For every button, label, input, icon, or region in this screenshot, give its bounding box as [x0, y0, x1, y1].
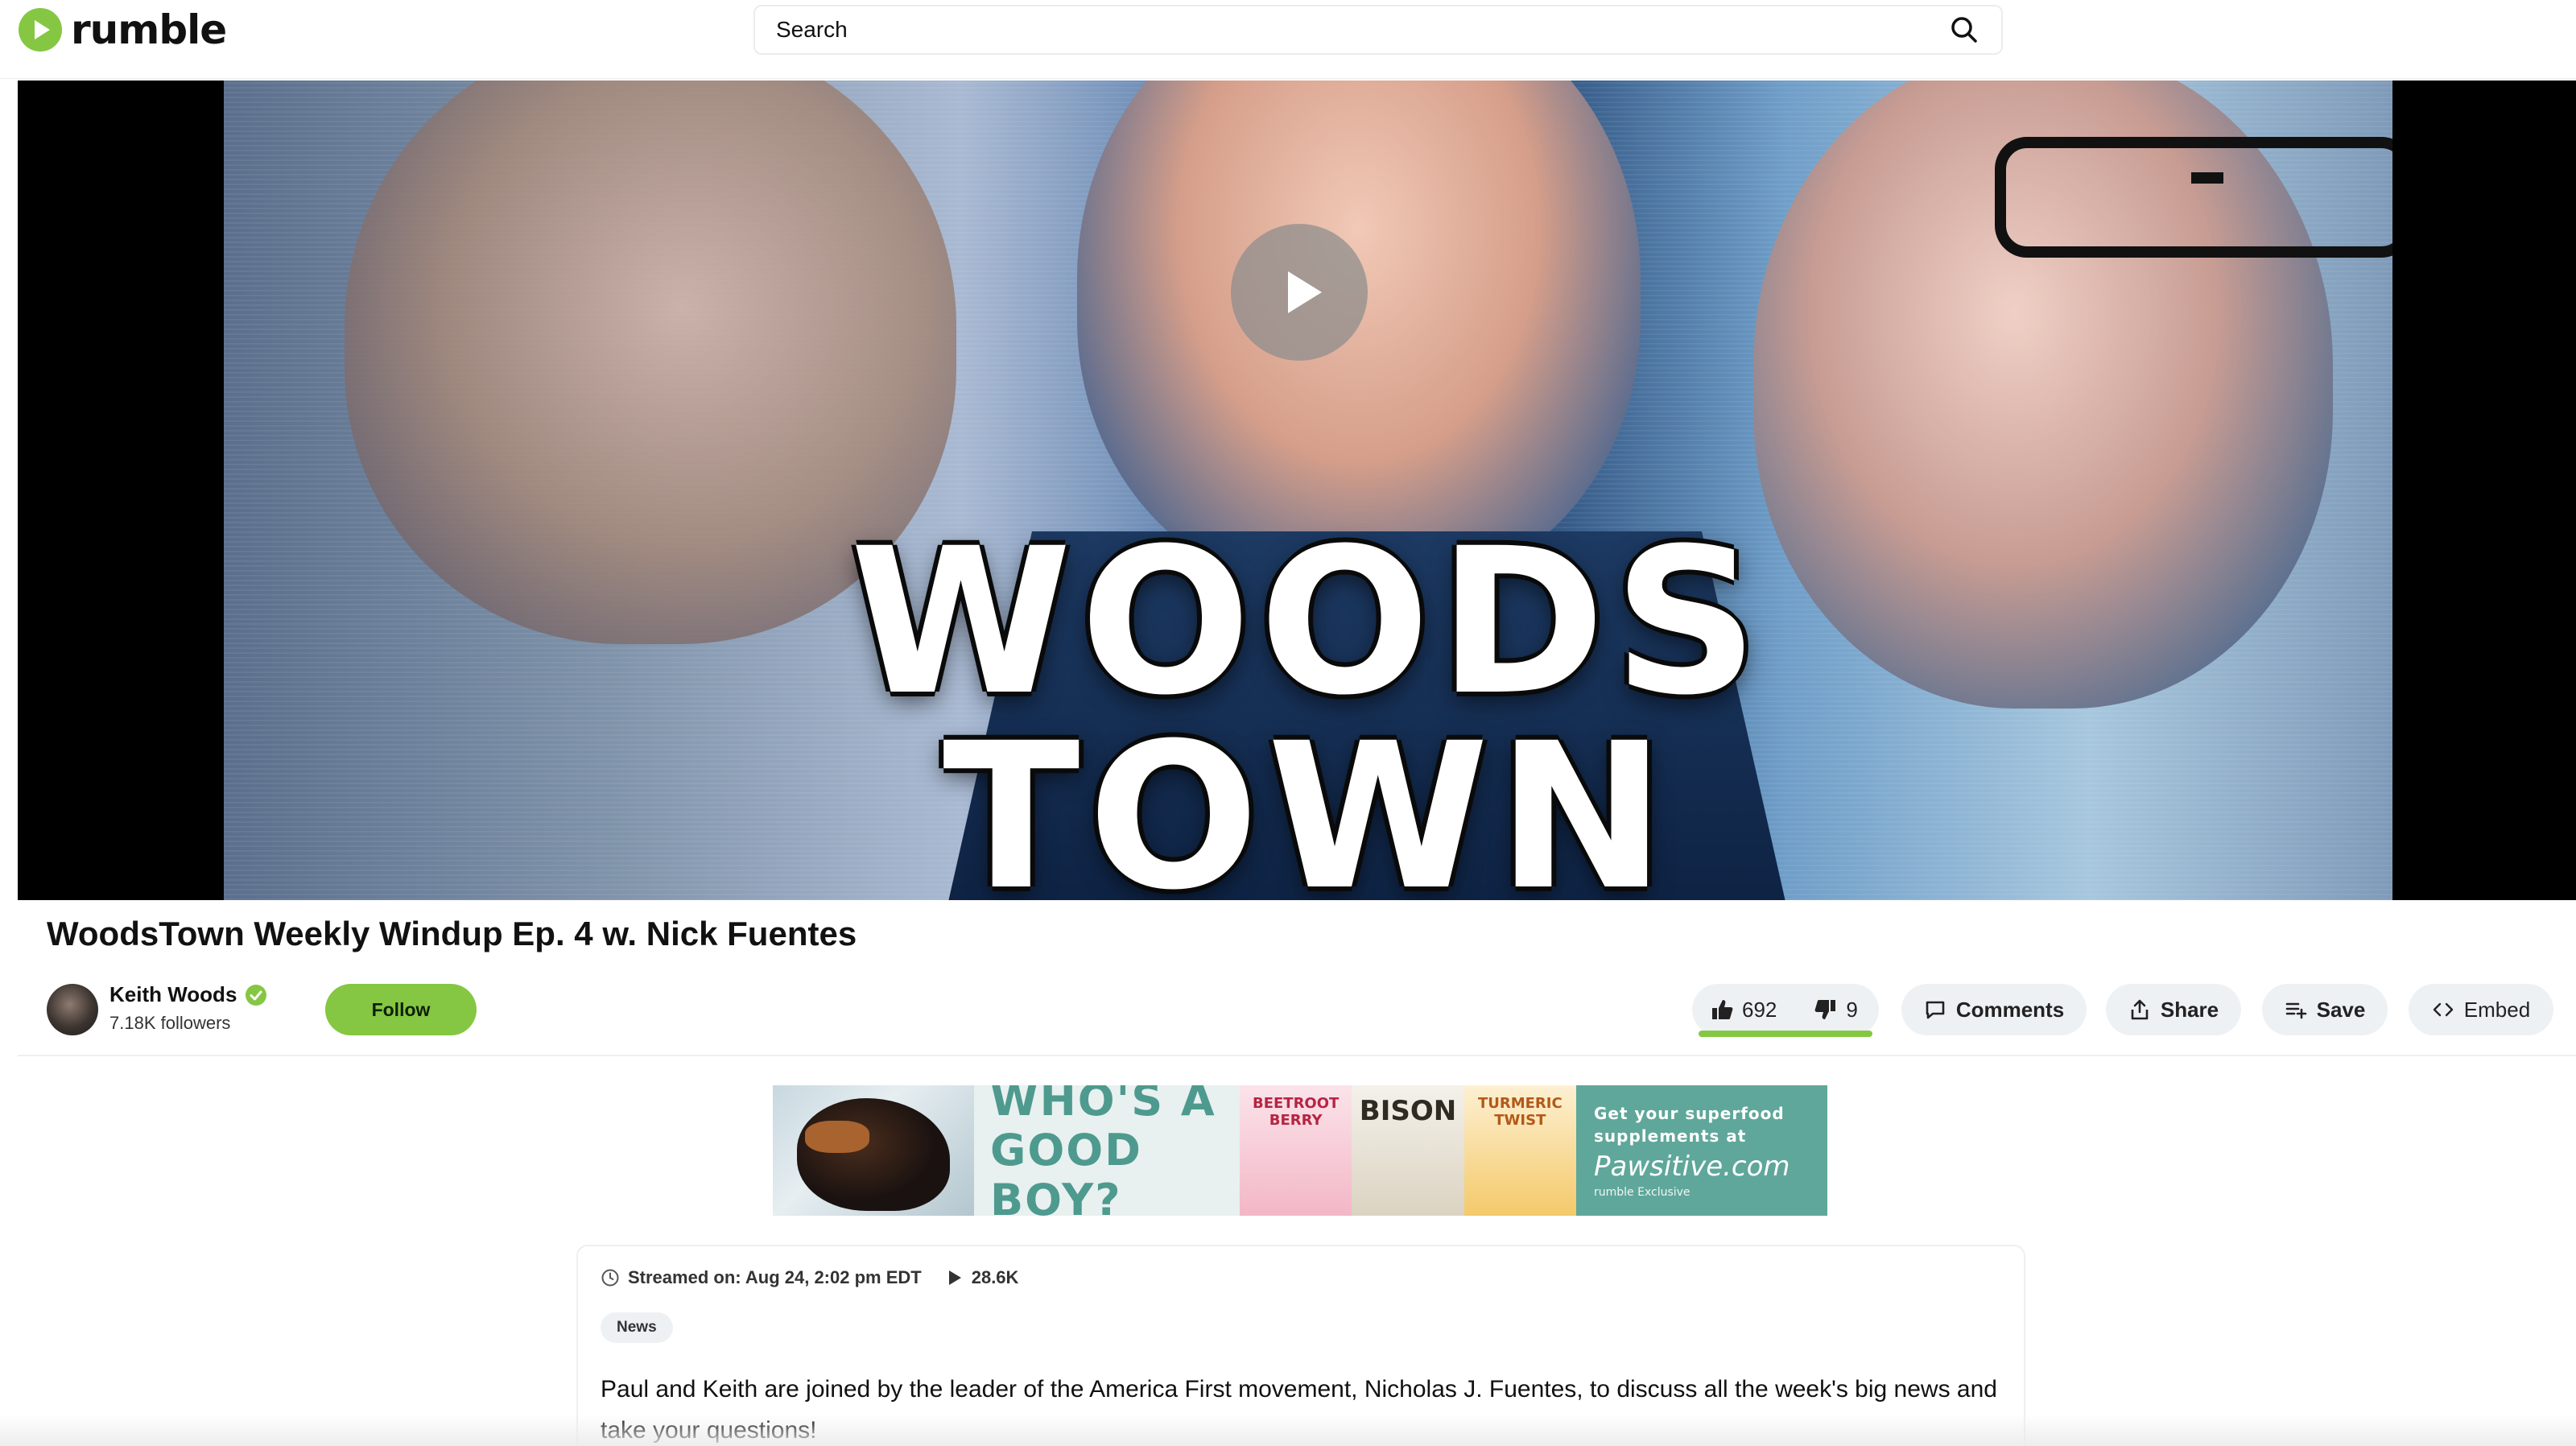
view-count: 28.6K — [971, 1267, 1019, 1287]
rumble-logo-icon — [19, 8, 62, 52]
rumble-logo[interactable]: rumble — [18, 6, 227, 53]
ad-banner[interactable]: WHO'S A GOOD BOY? BEETROOT BERRY BISON T… — [773, 1085, 1827, 1216]
top-header: rumble — [0, 0, 2576, 79]
ad-headline-line2: GOOD BOY? — [990, 1125, 1142, 1217]
streamed-date: Streamed on: Aug 24, 2:02 pm EDT — [628, 1267, 922, 1287]
ad-product-bison: BISON — [1352, 1085, 1464, 1216]
view-count-group: 28.6K — [944, 1267, 1019, 1288]
follower-count: 7.18K followers — [109, 1013, 231, 1033]
video-meta-row: Streamed on: Aug 24, 2:02 pm EDT 28.6K — [601, 1267, 1018, 1288]
comments-button[interactable]: Comments — [1901, 984, 2087, 1035]
ad-dog-image — [773, 1085, 974, 1216]
video-player[interactable]: WOODS TOWN — [18, 81, 2576, 900]
ad-cta-panel: Get your superfood supplements at Pawsit… — [1576, 1085, 1827, 1216]
search-bar[interactable] — [753, 5, 2003, 55]
ad-product-beetroot: BEETROOT BERRY — [1240, 1085, 1352, 1216]
channel-name[interactable]: Keith Woods — [109, 982, 237, 1007]
channel-avatar[interactable] — [47, 984, 98, 1035]
save-button[interactable]: Save — [2262, 984, 2388, 1035]
clock-icon — [601, 1269, 619, 1287]
ad-dog-head — [797, 1098, 950, 1211]
play-button[interactable] — [1231, 224, 1368, 361]
thumbnail-title-line2: TOWN — [942, 700, 1674, 901]
logo-wordmark: rumble — [71, 6, 227, 53]
play-count-icon — [948, 1270, 961, 1285]
video-thumbnail[interactable]: WOODS TOWN — [224, 81, 2392, 900]
thumbnail-title-line1: WOODS — [849, 505, 1767, 739]
video-title: WoodsTown Weekly Windup Ep. 4 w. Nick Fu… — [47, 915, 857, 952]
ad-dog-snout — [805, 1121, 869, 1153]
embed-label: Embed — [2463, 997, 2531, 1022]
code-icon — [2433, 1002, 2453, 1017]
share-icon — [2131, 999, 2149, 1020]
ad-cta-sub: rumble Exclusive — [1594, 1186, 1690, 1199]
thumbnail-glasses — [1995, 137, 2392, 258]
ad-cta-brand: Pawsitive.com — [1594, 1151, 1790, 1183]
add-to-playlist-icon — [2285, 1002, 2306, 1019]
play-icon — [1288, 271, 1322, 313]
ad-cta-text: Get your superfood supplements at — [1594, 1104, 1785, 1146]
like-ratio-bar — [1699, 1031, 1872, 1037]
search-icon[interactable] — [1948, 14, 1980, 46]
dislike-count: 9 — [1846, 997, 1858, 1022]
comments-label: Comments — [1955, 997, 2065, 1022]
ad-product-turmeric: TURMERIC TWIST — [1463, 1085, 1576, 1216]
vote-group: 692 9 — [1692, 984, 1879, 1035]
ad-headline: WHO'S A GOOD BOY? — [974, 1085, 1240, 1216]
thumbs-up-icon — [1712, 1000, 1733, 1019]
follow-button[interactable]: Follow — [325, 984, 477, 1035]
comment-icon — [1926, 1001, 1945, 1019]
category-tag[interactable]: News — [601, 1312, 673, 1343]
save-label: Save — [2316, 997, 2366, 1022]
embed-button[interactable]: Embed — [2409, 984, 2553, 1035]
like-count: 692 — [1742, 997, 1777, 1022]
dislike-button[interactable]: 9 — [1814, 997, 1858, 1023]
channel-name-row[interactable]: Keith Woods — [109, 982, 267, 1007]
ad-products: BEETROOT BERRY BISON TURMERIC TWIST — [1240, 1085, 1576, 1216]
share-button[interactable]: Share — [2106, 984, 2241, 1035]
thumbs-down-icon — [1814, 1000, 1836, 1019]
verified-badge-icon — [246, 984, 267, 1006]
section-divider — [18, 1055, 2576, 1056]
share-label: Share — [2160, 997, 2219, 1022]
ad-headline-line1: WHO'S A — [990, 1085, 1216, 1126]
like-button[interactable]: 692 — [1710, 998, 1777, 1023]
bottom-fade — [0, 1414, 2576, 1446]
search-input[interactable] — [776, 17, 1948, 43]
